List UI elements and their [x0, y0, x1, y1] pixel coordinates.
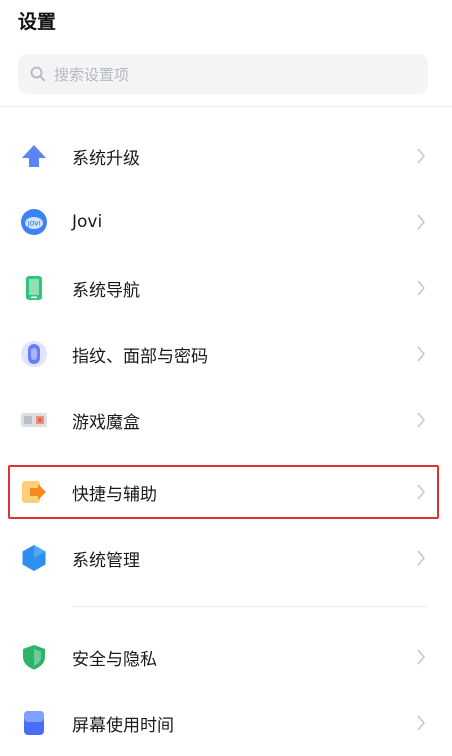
settings-item-game-box[interactable]: 游戏魔盒: [0, 387, 452, 453]
page-title: 设置: [18, 11, 57, 33]
settings-item-label: 指纹、面部与密码: [72, 346, 208, 367]
highlight-box: [8, 465, 439, 519]
settings-item-security-privacy[interactable]: 安全与隐私: [0, 624, 452, 690]
settings-item-screen-time[interactable]: 屏幕使用时间: [0, 690, 452, 756]
settings-item-system-navigation[interactable]: 系统导航: [0, 255, 452, 321]
settings-item-label: 系统导航: [72, 280, 140, 301]
settings-item-jovi[interactable]: JOVI Jovi: [0, 189, 452, 255]
search-input[interactable]: 搜索设置项: [54, 64, 129, 85]
fingerprint-icon: [20, 340, 48, 368]
security-shield-icon: [20, 643, 48, 671]
chevron-right-icon: [417, 346, 425, 362]
jovi-icon: JOVI: [20, 208, 48, 236]
chevron-right-icon: [417, 412, 425, 428]
search-icon: [30, 66, 46, 82]
settings-item-system-upgrade[interactable]: 系统升级: [0, 123, 452, 189]
divider: [0, 106, 452, 107]
chevron-right-icon: [417, 280, 425, 296]
phone-navigation-icon: [20, 274, 48, 302]
svg-text:JOVI: JOVI: [27, 221, 40, 228]
settings-item-label: 安全与隐私: [72, 649, 157, 670]
screen-time-icon: [20, 709, 48, 737]
settings-item-label: 屏幕使用时间: [72, 715, 174, 736]
settings-item-label: 游戏魔盒: [72, 412, 140, 433]
settings-item-label: Jovi: [72, 212, 103, 232]
divider: [72, 606, 428, 607]
settings-item-fingerprint-face-password[interactable]: 指纹、面部与密码: [0, 321, 452, 387]
chevron-right-icon: [417, 715, 425, 731]
chevron-right-icon: [417, 649, 425, 665]
settings-item-system-management[interactable]: 系统管理: [0, 525, 452, 591]
settings-item-label: 系统管理: [72, 550, 140, 571]
chevron-right-icon: [417, 214, 425, 230]
system-management-icon: [20, 544, 48, 572]
settings-item-label: 系统升级: [72, 148, 140, 169]
upgrade-arrow-icon: [20, 142, 48, 170]
chevron-right-icon: [417, 550, 425, 566]
search-bar[interactable]: 搜索设置项: [18, 54, 428, 94]
game-box-icon: [20, 406, 48, 434]
chevron-right-icon: [417, 148, 425, 164]
